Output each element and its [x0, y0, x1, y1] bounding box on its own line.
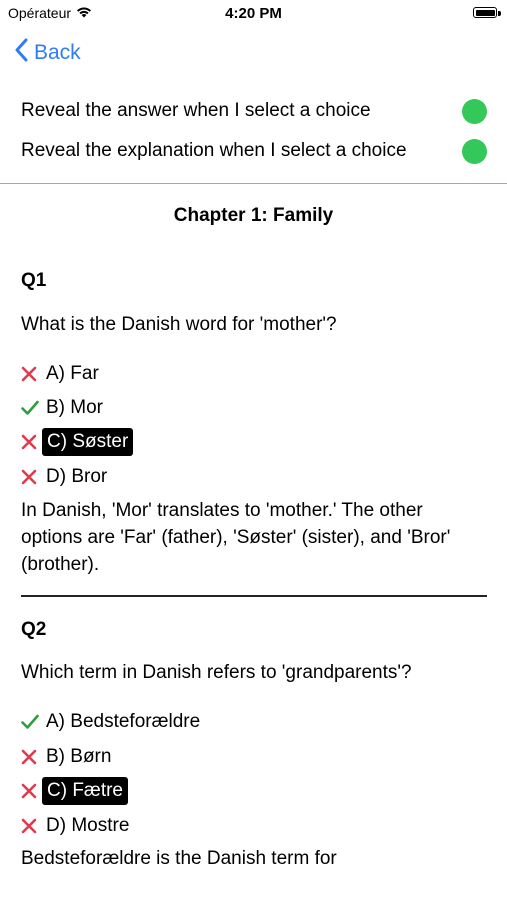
- q1-choice-a[interactable]: A) Far: [21, 359, 103, 389]
- cross-icon: [21, 783, 41, 799]
- q2-choice-c[interactable]: C) Fætre: [21, 776, 128, 806]
- q1-choice-c-label: C) Søster: [42, 428, 134, 456]
- question-2-text: Which term in Danish refers to 'grandpar…: [21, 662, 412, 683]
- question-1-label: Q1: [21, 270, 47, 291]
- q2-choice-d-label: D) Mostre: [46, 815, 130, 836]
- battery-tip: [498, 11, 501, 16]
- chevron-left-icon: [14, 38, 28, 68]
- cross-icon: [21, 434, 41, 450]
- battery-icon: [473, 7, 497, 18]
- back-label: Back: [34, 41, 81, 64]
- q1-choice-a-label: A) Far: [46, 363, 99, 384]
- back-button[interactable]: Back: [14, 38, 81, 68]
- question-2-explanation: Bedsteforældre is the Danish term for: [21, 848, 337, 869]
- cross-icon: [21, 469, 41, 485]
- cross-icon: [21, 366, 41, 382]
- question-divider: [21, 595, 487, 597]
- checkmark-icon: [21, 400, 41, 416]
- chapter-title: Chapter 1: Family: [173, 205, 334, 226]
- cross-icon: [21, 818, 41, 834]
- reveal-answer-toggle[interactable]: [462, 98, 487, 124]
- reveal-explanation-row: Reveal the explanation when I select a c…: [21, 137, 487, 165]
- q2-choice-a[interactable]: A) Bedsteforældre: [21, 707, 204, 737]
- q1-choice-b[interactable]: B) Mor: [21, 393, 107, 423]
- q2-choice-a-label: A) Bedsteforældre: [46, 711, 201, 732]
- status-bar: Opérateur 4:20 PM: [0, 0, 507, 30]
- q1-choice-b-label: B) Mor: [46, 397, 103, 418]
- q2-choice-c-label: C) Fætre: [42, 777, 128, 805]
- q2-choice-b-label: B) Børn: [46, 746, 112, 767]
- reveal-answer-label: Reveal the answer when I select a choice: [21, 100, 371, 121]
- reveal-explanation-toggle[interactable]: [462, 138, 487, 164]
- checkmark-icon: [21, 714, 41, 730]
- cross-icon: [21, 749, 41, 765]
- reveal-answer-row: Reveal the answer when I select a choice: [21, 97, 487, 125]
- question-1-explanation: In Danish, 'Mor' translates to 'mother.'…: [21, 500, 451, 575]
- q1-choice-c[interactable]: C) Søster: [21, 427, 134, 457]
- q1-choice-d[interactable]: D) Bror: [21, 462, 111, 492]
- section-divider: [0, 183, 507, 184]
- question-2-label: Q2: [21, 619, 47, 640]
- question-1-text: What is the Danish word for 'mother'?: [21, 314, 337, 335]
- reveal-explanation-label: Reveal the explanation when I select a c…: [21, 140, 407, 161]
- q2-choice-d[interactable]: D) Mostre: [21, 811, 133, 841]
- status-time: 4:20 PM: [225, 5, 282, 22]
- q2-choice-b[interactable]: B) Børn: [21, 742, 115, 772]
- q1-choice-d-label: D) Bror: [46, 466, 108, 487]
